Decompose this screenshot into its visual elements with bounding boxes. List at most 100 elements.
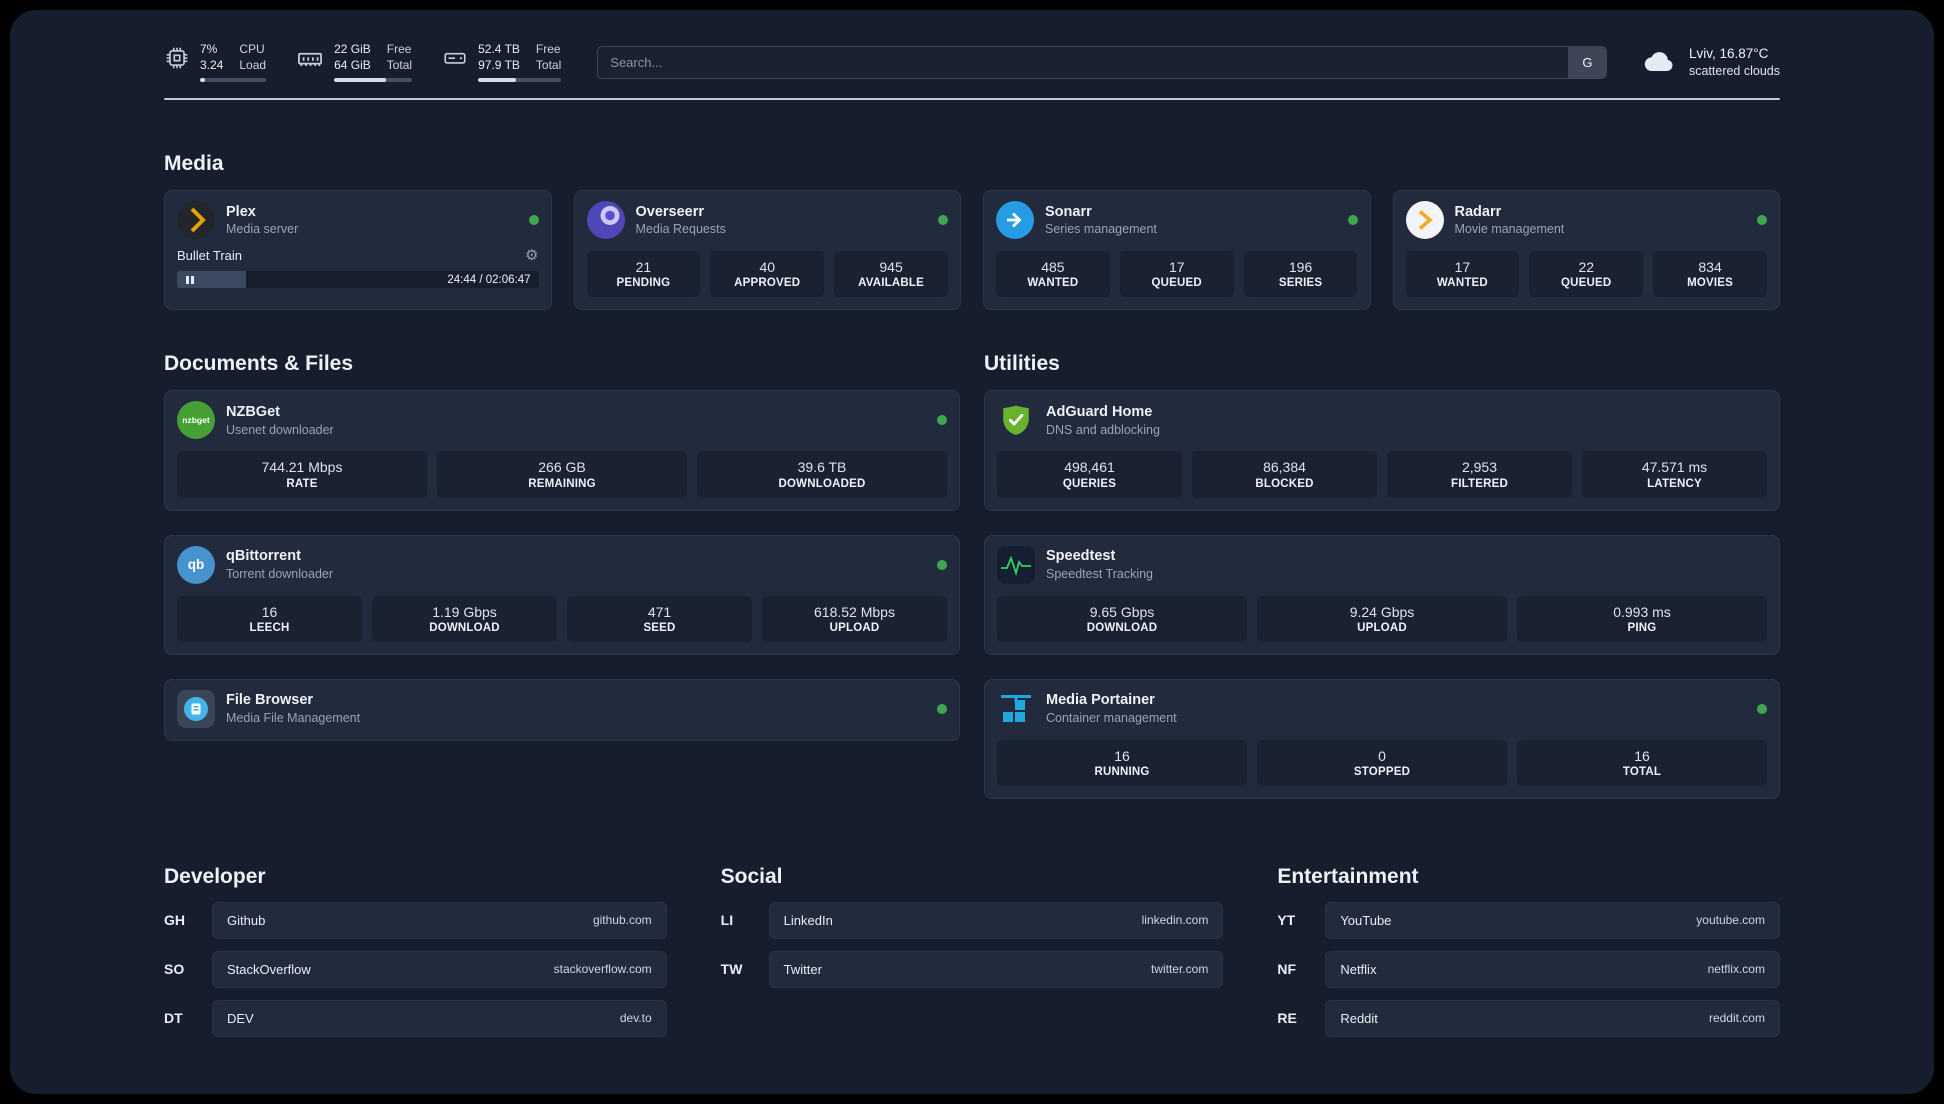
stat-tile: 485 WANTED — [996, 251, 1110, 298]
pause-icon[interactable] — [183, 271, 197, 288]
bookmark-link-stackoverflow[interactable]: StackOverflow stackoverflow.com — [212, 950, 667, 988]
stat-tile: 21 PENDING — [586, 251, 701, 298]
bookmark-abbr: SO — [164, 961, 185, 978]
now-playing-title: Bullet Train — [177, 248, 243, 264]
adguard-card[interactable]: AdGuard Home DNS and adblocking 498,461 … — [984, 390, 1780, 511]
nzbget-card[interactable]: nzbget NZBGet Usenet downloader 744.21 M… — [164, 390, 960, 511]
playback-progress-bar[interactable]: 24:44 / 02:06:47 — [177, 271, 539, 289]
speedtest-card[interactable]: Speedtest Speedtest Tracking 9.65 Gbps D… — [984, 534, 1780, 655]
stat-label: WANTED — [1436, 277, 1488, 290]
bookmark-row: GH Github github.com — [164, 901, 667, 939]
bookmark-link-reddit[interactable]: Reddit reddit.com — [1325, 999, 1780, 1037]
bookmark-row: RE Reddit reddit.com — [1277, 999, 1780, 1037]
bookmark-link-dev[interactable]: DEV dev.to — [212, 999, 667, 1037]
stat-tile: 744.21 Mbps RATE — [177, 451, 427, 498]
bookmark-abbr: RE — [1277, 1010, 1297, 1027]
stat-tile: 2,953 FILTERED — [1387, 451, 1572, 498]
entertainment-bookmarks: Entertainment YT YouTube youtube.com NF … — [1277, 865, 1780, 1037]
stat-label: PING — [1627, 621, 1657, 634]
bookmark-name: Reddit — [1340, 1010, 1378, 1026]
bookmark-name: StackOverflow — [227, 961, 311, 977]
stat-label: QUEUED — [1151, 277, 1202, 290]
stat-tile: 834 MOVIES — [1653, 251, 1767, 298]
memory-total-value: 64 GiB — [334, 57, 371, 72]
stat-value: 196 — [1288, 259, 1313, 276]
stat-value: 498,461 — [1064, 459, 1115, 476]
device-frame: 7% 3.24 CPU Load 22 GiB 64 GiB Free Tota… — [0, 0, 1944, 1104]
storage-total-value: 97.9 TB — [478, 57, 520, 72]
bookmark-link-youtube[interactable]: YouTube youtube.com — [1325, 901, 1780, 939]
bookmark-name: LinkedIn — [783, 912, 833, 928]
stat-label: SEED — [643, 621, 676, 634]
app-name: Sonarr — [1045, 203, 1092, 220]
stat-tile: 40 APPROVED — [710, 251, 825, 298]
filebrowser-card[interactable]: File Browser Media File Management — [164, 678, 960, 741]
stat-label: BLOCKED — [1255, 477, 1314, 490]
qbittorrent-card[interactable]: qb qBittorrent Torrent downloader 16 LEE… — [164, 534, 960, 655]
bookmark-abbr: TW — [720, 961, 743, 978]
bookmark-url: reddit.com — [1708, 1011, 1765, 1026]
storage-progress-fill — [478, 78, 517, 83]
stat-value: 834 — [1698, 259, 1722, 276]
section-title-utilities: Utilities — [984, 352, 1060, 376]
status-dot — [528, 215, 539, 226]
bookmark-abbr: YT — [1277, 912, 1296, 929]
bookmark-abbr: NF — [1277, 961, 1296, 978]
media-section: Media Plex Media server Bullet Train ⚙ 2… — [164, 152, 1780, 311]
settings-gear-icon[interactable]: ⚙ — [525, 248, 538, 263]
radarr-card[interactable]: Radarr Movie management 17 WANTED 22 QUE… — [1392, 190, 1780, 311]
radarr-icon — [1405, 201, 1444, 240]
bookmark-link-twitter[interactable]: Twitter twitter.com — [768, 950, 1224, 988]
storage-total-label: Total — [535, 57, 562, 72]
status-dot — [937, 415, 947, 426]
bookmark-name: Twitter — [783, 961, 822, 977]
portainer-card[interactable]: Media Portainer Container management 16 … — [984, 678, 1780, 799]
overseerr-card[interactable]: Overseerr Media Requests 21 PENDING 40 A… — [573, 190, 961, 311]
qbittorrent-icon: qb — [177, 545, 215, 584]
memory-total-label: Total — [386, 57, 413, 72]
bookmark-name: YouTube — [1340, 912, 1392, 928]
cpu-label: CPU — [239, 42, 265, 56]
stat-label: UPLOAD — [1357, 621, 1407, 634]
stat-tile: 16 RUNNING — [997, 739, 1247, 786]
filebrowser-icon — [177, 689, 215, 728]
nzbget-icon: nzbget — [177, 401, 215, 440]
stat-tile: 1.19 Gbps DOWNLOAD — [372, 595, 557, 642]
cloud-icon — [1644, 52, 1673, 72]
app-description: Series management — [1045, 222, 1157, 237]
stat-value: 40 — [759, 259, 776, 276]
cpu-progress-bar — [200, 78, 267, 83]
sonarr-icon — [996, 201, 1034, 240]
bookmark-url: stackoverflow.com — [553, 962, 652, 977]
playback-time: 24:44 / 02:06:47 — [447, 273, 531, 286]
bookmark-row: LI LinkedIn linkedin.com — [721, 901, 1224, 939]
bookmark-abbr: GH — [164, 912, 185, 929]
search-engine-button[interactable]: G — [1567, 46, 1606, 78]
stat-label: DOWNLOAD — [1086, 621, 1158, 634]
memory-free-label: Free — [386, 42, 412, 56]
sonarr-card[interactable]: Sonarr Series management 485 WANTED 17 Q… — [983, 190, 1371, 311]
plex-icon — [177, 201, 215, 240]
stat-value: 16 — [1634, 747, 1650, 764]
stat-value: 39.6 TB — [797, 459, 847, 476]
stat-value: 16 — [1114, 747, 1130, 764]
stat-tile: 196 SERIES — [1243, 251, 1358, 298]
stat-label: LEECH — [249, 621, 290, 634]
bookmark-url: linkedin.com — [1141, 913, 1209, 928]
search-input[interactable] — [598, 46, 1568, 78]
status-dot — [937, 559, 947, 570]
utilities-column: Utilities AdGuard Home DNS and adblockin… — [984, 352, 1780, 799]
bookmark-row: DT DEV dev.to — [164, 999, 667, 1037]
plex-card[interactable]: Plex Media server Bullet Train ⚙ 24:44 /… — [164, 190, 552, 311]
bookmark-row: TW Twitter twitter.com — [720, 950, 1224, 988]
section-title-entertainment: Entertainment — [1277, 864, 1419, 888]
bookmark-link-github[interactable]: Github github.com — [212, 901, 667, 939]
memory-metric: 22 GiB 64 GiB Free Total — [296, 42, 413, 83]
app-description: Media Requests — [635, 222, 726, 237]
bookmark-link-netflix[interactable]: Netflix netflix.com — [1325, 950, 1780, 988]
bookmark-link-linkedin[interactable]: LinkedIn linkedin.com — [768, 901, 1224, 939]
app-name: qBittorrent — [226, 548, 301, 565]
stat-value: 86,384 — [1263, 459, 1306, 476]
stat-value: 0.993 ms — [1613, 603, 1671, 620]
bookmark-row: NF Netflix netflix.com — [1277, 950, 1780, 988]
